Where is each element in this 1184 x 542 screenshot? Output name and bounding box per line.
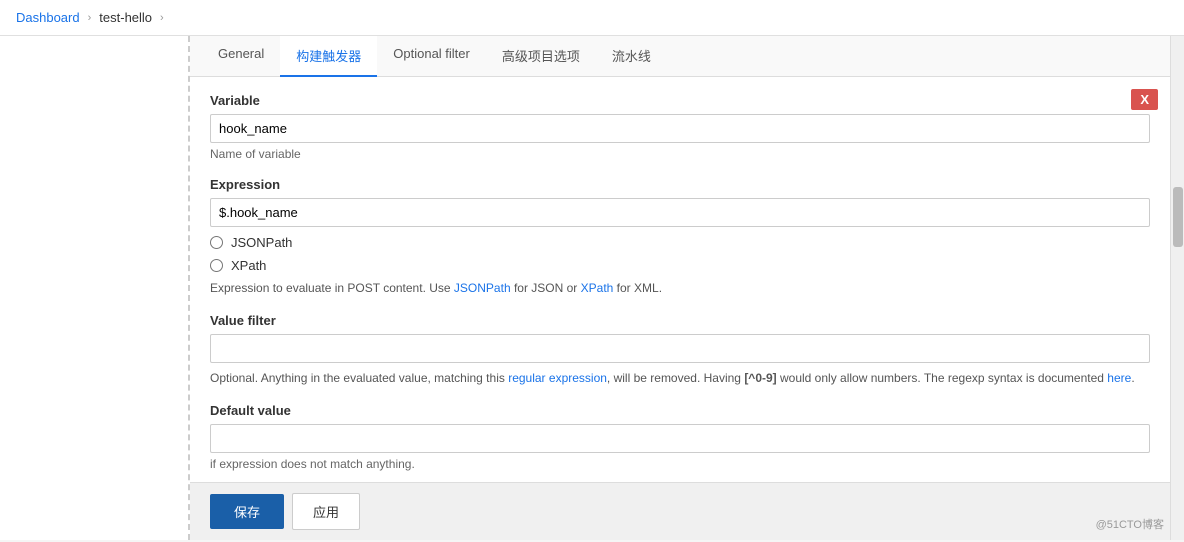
expression-hint: Expression to evaluate in POST content. … [210, 279, 1150, 297]
left-sidebar [0, 36, 190, 540]
expression-section: Expression JSONPath XPath Expression to … [210, 177, 1150, 297]
tab-general[interactable]: General [202, 36, 280, 77]
here-link[interactable]: here [1107, 371, 1131, 385]
value-filter-hint-start: Optional. Anything in the evaluated valu… [210, 371, 508, 385]
radio-jsonpath-input[interactable] [210, 236, 223, 249]
expression-jsonpath-link[interactable]: JSONPath [454, 281, 511, 295]
watermark: @51CTO博客 [1096, 516, 1164, 532]
value-filter-label: Value filter [210, 313, 1150, 328]
value-filter-hint: Optional. Anything in the evaluated valu… [210, 369, 1150, 387]
value-filter-hint-end: . [1131, 371, 1134, 385]
expression-input[interactable] [210, 198, 1150, 227]
tab-advanced-options[interactable]: 高级项目选项 [486, 36, 596, 77]
value-filter-hint-mid: , will be removed. Having [607, 371, 744, 385]
breadcrumb-page: test-hello [99, 10, 152, 25]
default-value-section: Default value if expression does not mat… [210, 403, 1150, 471]
form-content: X Variable Name of variable Expression J… [190, 77, 1170, 482]
tab-bar: General 构建触发器 Optional filter 高级项目选项 流水线 [190, 36, 1170, 77]
breadcrumb-sep2: › [160, 12, 164, 24]
radio-xpath-input[interactable] [210, 259, 223, 272]
content-area: General 构建触发器 Optional filter 高级项目选项 流水线… [190, 36, 1170, 540]
bottom-bar: 保存 应用 [190, 482, 1170, 540]
radio-xpath-label: XPath [231, 258, 266, 273]
scrollbar-thumb [1173, 187, 1183, 247]
variable-input[interactable] [210, 114, 1150, 143]
expression-hint-end: for XML. [613, 281, 662, 295]
default-value-label: Default value [210, 403, 1150, 418]
tab-pipeline[interactable]: 流水线 [596, 36, 667, 77]
breadcrumb-home[interactable]: Dashboard [16, 10, 80, 25]
expression-hint-mid: for JSON or [511, 281, 581, 295]
tab-build-trigger[interactable]: 构建触发器 [280, 36, 377, 77]
tab-optional-filter[interactable]: Optional filter [377, 36, 486, 77]
default-value-input[interactable] [210, 424, 1150, 453]
apply-button[interactable]: 应用 [292, 493, 360, 530]
expression-radio-group: JSONPath XPath [210, 235, 1150, 273]
regex-link[interactable]: regular expression [508, 371, 607, 385]
value-filter-hint-mid2: would only allow numbers. The regexp syn… [777, 371, 1108, 385]
breadcrumb: Dashboard › test-hello › [0, 0, 1184, 36]
radio-jsonpath-label: JSONPath [231, 235, 292, 250]
delete-button[interactable]: X [1131, 89, 1158, 110]
value-filter-input[interactable] [210, 334, 1150, 363]
variable-section: Variable Name of variable [210, 93, 1150, 161]
save-button[interactable]: 保存 [210, 494, 284, 529]
radio-xpath[interactable]: XPath [210, 258, 1150, 273]
main-layout: General 构建触发器 Optional filter 高级项目选项 流水线… [0, 36, 1184, 540]
variable-hint: Name of variable [210, 147, 1150, 161]
value-filter-bold: [^0-9] [744, 371, 776, 385]
radio-jsonpath[interactable]: JSONPath [210, 235, 1150, 250]
variable-label: Variable [210, 93, 1150, 108]
value-filter-section: Value filter Optional. Anything in the e… [210, 313, 1150, 387]
breadcrumb-sep1: › [88, 12, 92, 24]
scrollbar[interactable] [1170, 36, 1184, 540]
expression-label: Expression [210, 177, 1150, 192]
expression-xpath-link[interactable]: XPath [581, 281, 614, 295]
expression-hint-text: Expression to evaluate in POST content. … [210, 281, 454, 295]
default-value-hint: if expression does not match anything. [210, 457, 1150, 471]
